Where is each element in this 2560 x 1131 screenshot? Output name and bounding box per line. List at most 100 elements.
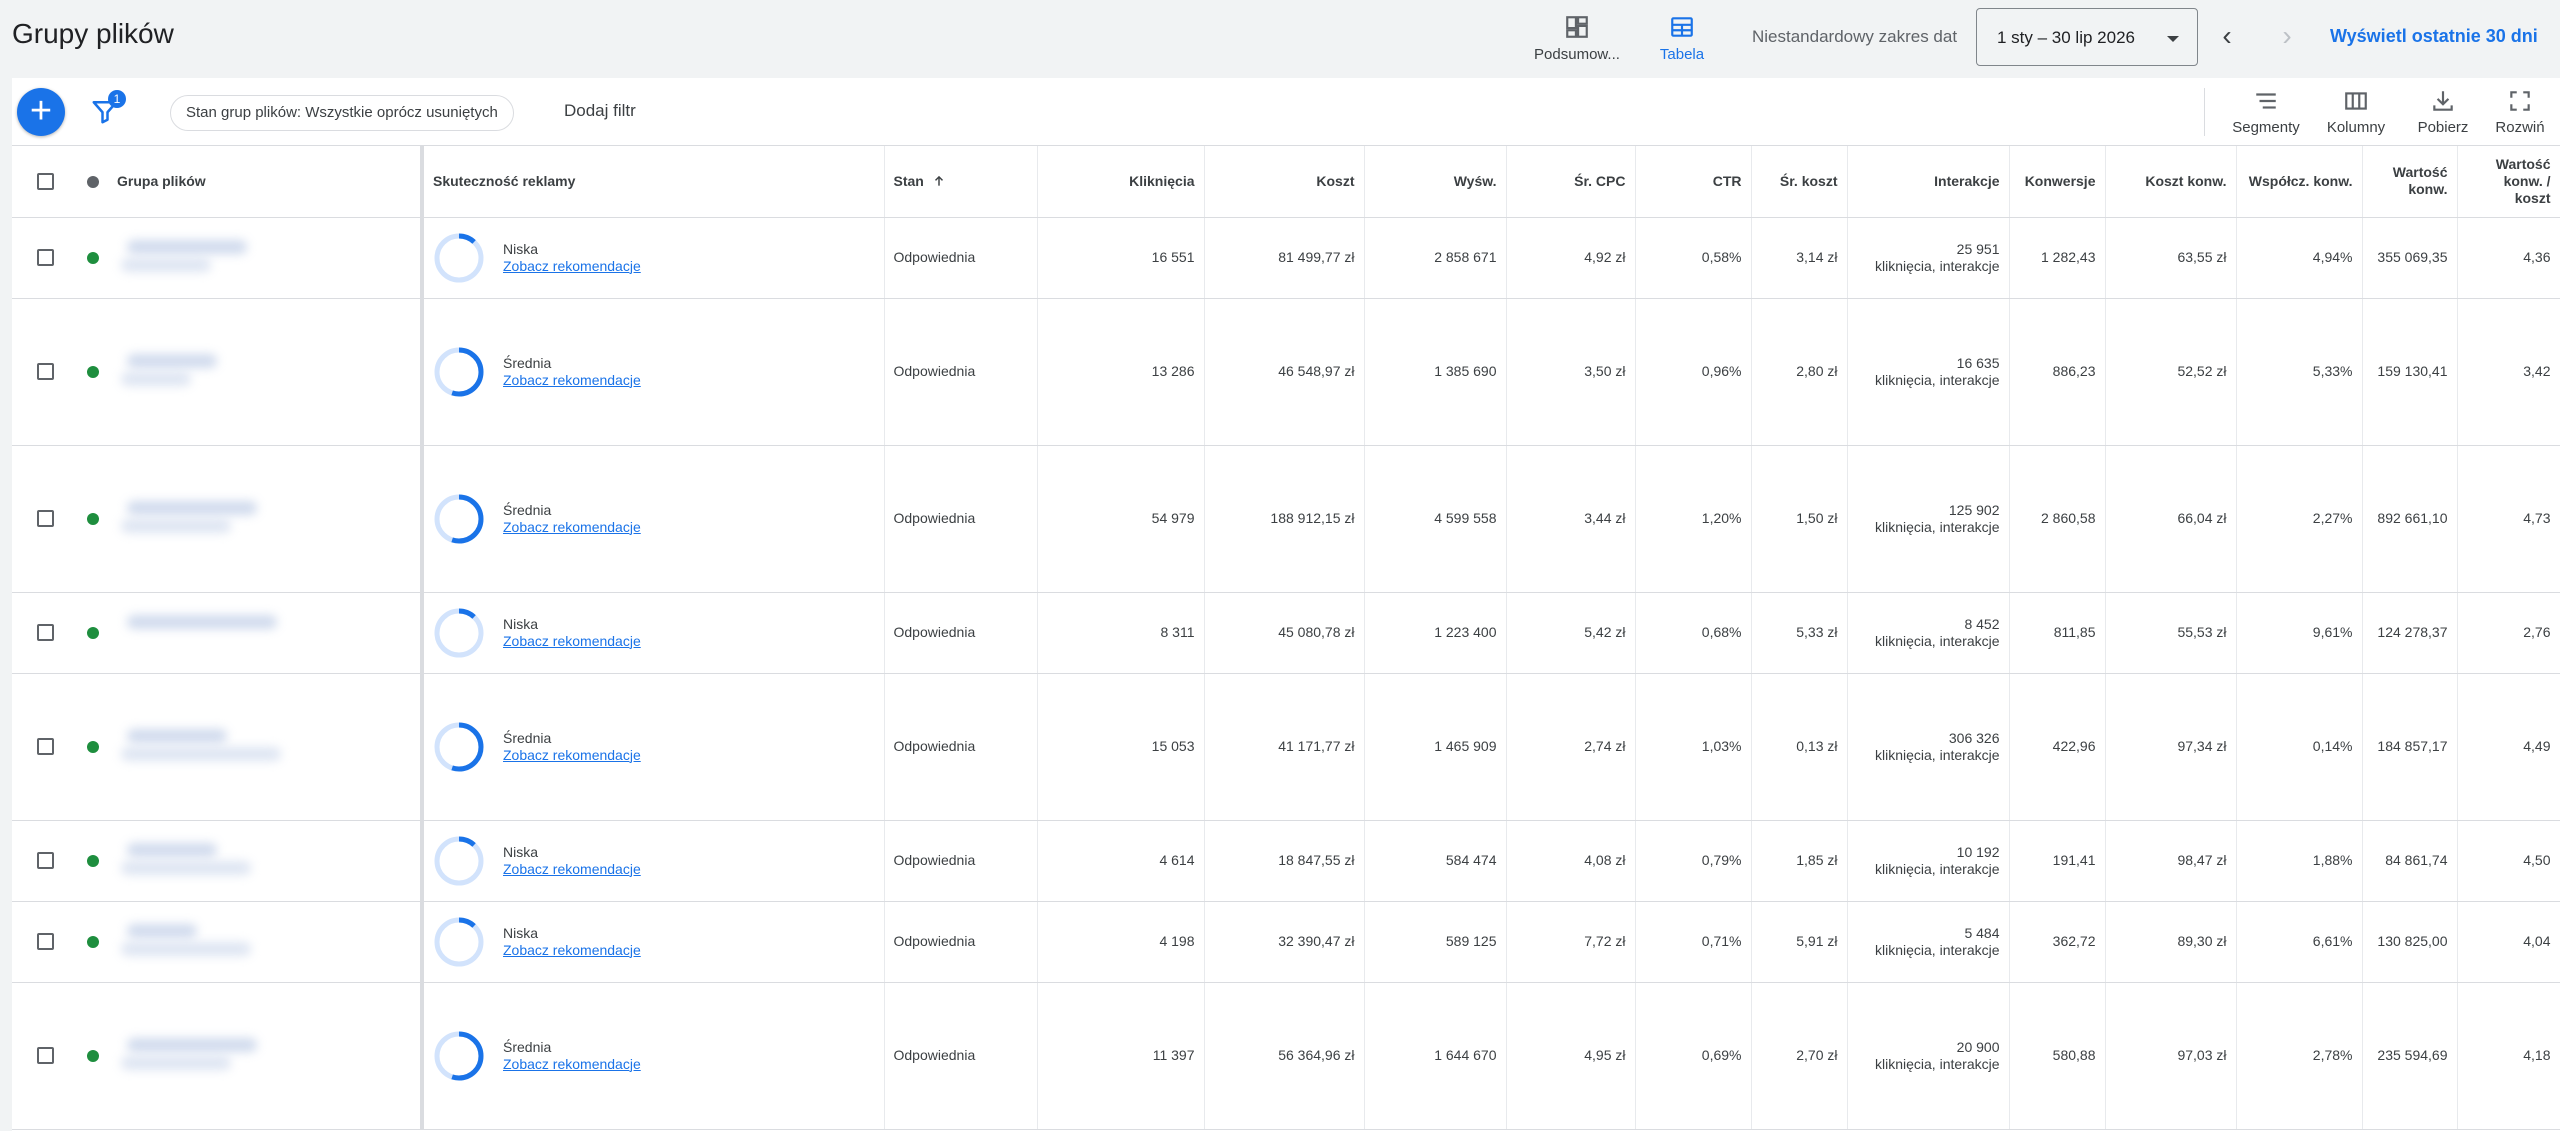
row-status-cell <box>78 592 108 674</box>
row-checkbox[interactable] <box>36 738 54 756</box>
ad-strength-cell: Średnia Zobacz rekomendacje <box>422 982 885 1130</box>
table-header-row: Grupa plików Skuteczność reklamy Stan Kl… <box>12 146 2560 218</box>
table-row[interactable]: Niska Zobacz rekomendacje Odpowiednia 4 614… <box>12 820 2560 902</box>
col-header-avg-cpc[interactable]: Śr. CPC <box>1506 146 1636 218</box>
interactions-type: kliknięcia, interakcje <box>1875 860 2000 877</box>
col-header-cost[interactable]: Koszt <box>1204 146 1365 218</box>
add-button[interactable]: + <box>17 88 65 136</box>
toolbar-divider <box>2204 88 2205 136</box>
asset-group-name-cell[interactable] <box>108 445 424 593</box>
redacted-name <box>121 371 191 386</box>
ad-strength-ring-icon <box>434 1031 484 1080</box>
clicks-cell: 16 551 <box>1037 217 1205 299</box>
asset-group-name-cell[interactable] <box>108 673 424 821</box>
redacted-name <box>127 353 217 368</box>
status-dot-header <box>78 146 108 218</box>
col-header-cost-conv[interactable]: Koszt konw. <box>2105 146 2237 218</box>
ad-strength-cell: Średnia Zobacz rekomendacje <box>422 673 885 821</box>
see-recommendations-link[interactable]: Zobacz rekomendacje <box>503 519 641 536</box>
col-header-ctr[interactable]: CTR <box>1635 146 1752 218</box>
asset-group-name-cell[interactable] <box>108 982 424 1130</box>
row-checkbox[interactable] <box>36 852 54 870</box>
col-header-conv-value[interactable]: Wartość konw. <box>2362 146 2458 218</box>
col-header-performance[interactable]: Skuteczność reklamy <box>422 146 885 218</box>
add-filter-button[interactable]: Dodaj filtr <box>564 101 636 121</box>
conversions-cell: 580,88 <box>2009 982 2106 1130</box>
table-row[interactable]: Średnia Zobacz rekomendacje Odpowiednia 54 … <box>12 445 2560 593</box>
expand-label: Rozwiń <box>2495 119 2545 136</box>
col-header-impressions[interactable]: Wyśw. <box>1364 146 1507 218</box>
interactions-type: kliknięcia, interakcje <box>1875 1055 2000 1072</box>
redacted-name <box>121 941 251 956</box>
interactions-type: kliknięcia, interakcje <box>1875 257 2000 274</box>
columns-label: Kolumny <box>2326 119 2386 136</box>
see-recommendations-link[interactable]: Zobacz rekomendacje <box>503 633 641 650</box>
see-recommendations-link[interactable]: Zobacz rekomendacje <box>503 372 641 389</box>
interactions-cell: 25 951 kliknięcia, interakcje <box>1847 217 2010 299</box>
row-select-cell <box>12 673 78 821</box>
cost-cell: 18 847,55 zł <box>1204 820 1365 902</box>
status-filter-chip[interactable]: Stan grup plików: Wszystkie oprócz usuni… <box>170 95 514 131</box>
col-header-status[interactable]: Stan <box>884 146 1038 218</box>
enabled-status-dot-icon <box>87 513 99 526</box>
columns-icon <box>2345 92 2367 110</box>
table-row[interactable]: Średnia Zobacz rekomendacje Odpowiednia 11 … <box>12 982 2560 1130</box>
segments-button[interactable]: Segmenty <box>2224 88 2308 142</box>
show-last-30-days-link[interactable]: Wyświetl ostatnie 30 dni <box>2330 26 2538 47</box>
date-range-select[interactable]: 1 sty – 30 lip 2026 <box>1976 8 2198 66</box>
col-header-clicks[interactable]: Kliknięcia <box>1037 146 1205 218</box>
row-checkbox[interactable] <box>36 363 54 381</box>
row-checkbox[interactable] <box>36 624 54 642</box>
col-header-group[interactable]: Grupa plików <box>108 146 424 218</box>
col-header-avg-cost[interactable]: Śr. koszt <box>1751 146 1848 218</box>
download-button[interactable]: Pobierz <box>2401 88 2485 142</box>
col-header-conv-rate[interactable]: Współcz. konw. <box>2236 146 2363 218</box>
asset-group-name-cell[interactable] <box>108 592 424 674</box>
asset-group-name-cell[interactable] <box>108 298 424 446</box>
interactions-type: kliknięcia, interakcje <box>1875 371 2000 388</box>
row-checkbox[interactable] <box>36 933 54 951</box>
table-row[interactable]: Niska Zobacz rekomendacje Odpowiednia 4 198… <box>12 901 2560 983</box>
col-header-value-cost[interactable]: Wartość konw. / koszt <box>2457 146 2560 218</box>
cost-conv-cell: 97,03 zł <box>2105 982 2237 1130</box>
conv-value-cell: 124 278,37 <box>2362 592 2458 674</box>
select-all-checkbox[interactable] <box>36 173 54 191</box>
see-recommendations-link[interactable]: Zobacz rekomendacje <box>503 1056 641 1073</box>
conv-rate-cell: 5,33% <box>2236 298 2363 446</box>
row-checkbox[interactable] <box>36 510 54 528</box>
interactions-type: kliknięcia, interakcje <box>1875 746 2000 763</box>
asset-group-name-cell[interactable] <box>108 901 424 983</box>
enabled-status-dot-icon <box>87 627 99 640</box>
table-row[interactable]: Średnia Zobacz rekomendacje Odpowiednia 15 … <box>12 673 2560 821</box>
see-recommendations-link[interactable]: Zobacz rekomendacje <box>503 942 641 959</box>
segments-icon <box>2256 93 2276 109</box>
see-recommendations-link[interactable]: Zobacz rekomendacje <box>503 258 641 275</box>
row-checkbox[interactable] <box>36 249 54 267</box>
conv-value-cell: 159 130,41 <box>2362 298 2458 446</box>
redacted-name <box>121 860 251 875</box>
asset-group-name-cell[interactable] <box>108 217 424 299</box>
col-header-interactions[interactable]: Interakcje <box>1847 146 2010 218</box>
impressions-cell: 1 385 690 <box>1364 298 1507 446</box>
view-summary-button[interactable]: Podsumow... <box>1522 12 1632 66</box>
redacted-name <box>121 746 281 761</box>
see-recommendations-link[interactable]: Zobacz rekomendacje <box>503 747 641 764</box>
view-table-button[interactable]: Tabela <box>1627 12 1737 66</box>
expand-button[interactable]: Rozwiń <box>2478 88 2560 142</box>
see-recommendations-link[interactable]: Zobacz rekomendacje <box>503 861 641 878</box>
table-row[interactable]: Niska Zobacz rekomendacje Odpowiednia 16 55… <box>12 217 2560 299</box>
impressions-cell: 1 644 670 <box>1364 982 1507 1130</box>
conv-value-cell: 130 825,00 <box>2362 901 2458 983</box>
table-row[interactable]: Niska Zobacz rekomendacje Odpowiednia 8 311… <box>12 592 2560 674</box>
asset-group-name-cell[interactable] <box>108 820 424 902</box>
col-header-conversions[interactable]: Konwersje <box>2009 146 2106 218</box>
columns-button[interactable]: Kolumny <box>2314 88 2398 142</box>
row-checkbox[interactable] <box>36 1047 54 1065</box>
avg-cpc-cell: 3,44 zł <box>1506 445 1636 593</box>
next-period-button[interactable]: › <box>2272 22 2302 52</box>
table-row[interactable]: Średnia Zobacz rekomendacje Odpowiednia 13 … <box>12 298 2560 446</box>
avg-cost-cell: 0,13 zł <box>1751 673 1848 821</box>
prev-period-button[interactable]: ‹ <box>2212 22 2242 52</box>
value-cost-cell: 4,73 <box>2457 445 2560 593</box>
interactions-count: 10 192 <box>1956 843 2000 860</box>
